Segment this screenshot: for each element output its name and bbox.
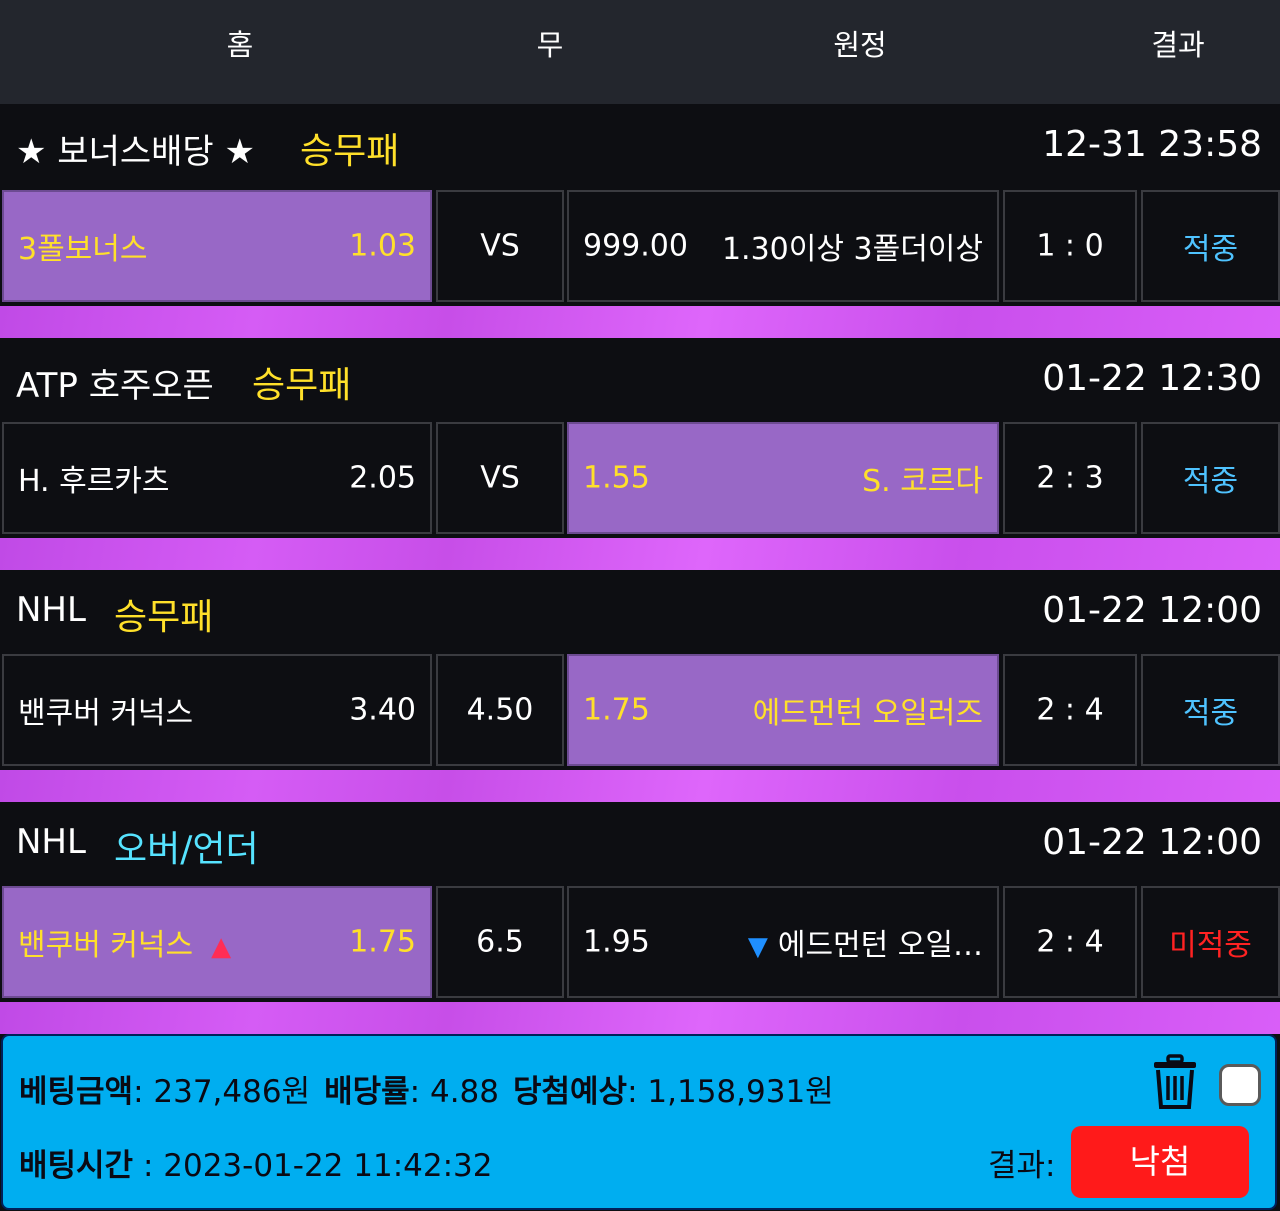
away-cell[interactable]: 1.55 S. 코르다 — [567, 422, 999, 534]
result-status: 적중 — [1182, 696, 1239, 731]
result-cell: 적중 — [1141, 654, 1280, 766]
home-cell[interactable]: 3폴보너스 1.03 — [2, 190, 432, 302]
draw-value: 4.50 — [466, 692, 534, 728]
league-name: NHL — [16, 822, 86, 862]
away-cell[interactable]: 1.95 ▼ 에드먼턴 오일… — [567, 886, 999, 998]
away-cell[interactable]: 999.00 1.30이상 3폴더이상 — [567, 190, 999, 302]
result-cell: 적중 — [1141, 422, 1280, 534]
trash-icon[interactable] — [1151, 1054, 1199, 1110]
separator — [0, 538, 1280, 570]
result-cell: 미적중 — [1141, 886, 1280, 998]
bet-summary-panel: 베팅금액: 237,486원 배당률: 4.88 당첨예상: 1,158,931원 … — [1, 1034, 1277, 1210]
home-cell[interactable]: H. 후르카츠 2.05 — [2, 422, 432, 534]
home-team: 밴쿠버 커넉스 — [18, 928, 194, 963]
separator — [0, 770, 1280, 802]
score: 2 : 3 — [1036, 460, 1104, 496]
separator — [0, 306, 1280, 338]
bet-type: 승무패 — [114, 597, 214, 638]
handicap-value: 6.5 — [476, 924, 524, 960]
result-status: 미적중 — [1169, 928, 1252, 963]
score: 2 : 4 — [1036, 692, 1104, 728]
league-name: NHL — [16, 590, 86, 630]
draw-cell[interactable]: 4.50 — [436, 654, 564, 766]
match-time: 01-22 12:00 — [1042, 590, 1262, 631]
score-cell: 1 : 0 — [1003, 190, 1137, 302]
away-team: 에드먼턴 오일… — [777, 928, 983, 963]
home-cell[interactable]: 밴쿠버 커넉스 3.40 — [2, 654, 432, 766]
odds-label: 배당률 — [324, 1074, 410, 1110]
bet-amount-label: 베팅금액 — [19, 1074, 134, 1110]
home-team: 밴쿠버 커넉스 — [18, 696, 194, 731]
bet-header: NHL 오버/언더 01-22 12:00 — [0, 802, 1280, 886]
away-team-wrap: ▼ 에드먼턴 오일… — [748, 920, 983, 964]
result-cell: 적중 — [1141, 190, 1280, 302]
bet-header: ★ 보너스배당 ★ 승무패 12-31 23:58 — [0, 104, 1280, 188]
summary-line: 베팅금액: 237,486원 배당률: 4.88 당첨예상: 1,158,931원 — [19, 1066, 834, 1111]
match-row: 밴쿠버 커넉스 ▲ 1.75 6.5 1.95 ▼ 에드먼턴 오일… 2 : 4 미… — [0, 884, 1280, 1002]
home-team: H. 후르카츠 — [18, 464, 170, 499]
bet-type: 승무패 — [252, 365, 352, 406]
score-cell: 2 : 4 — [1003, 886, 1137, 998]
draw-cell[interactable]: VS — [436, 190, 564, 302]
final-result-badge[interactable]: 낙첨 — [1071, 1126, 1249, 1198]
bet-type: 오버/언더 — [114, 829, 259, 870]
away-team: 1.30이상 3폴더이상 — [721, 232, 983, 267]
draw-value: VS — [480, 228, 520, 264]
home-odds: 1.03 — [349, 228, 416, 264]
away-odds: 999.00 — [583, 228, 688, 264]
away-odds: 1.55 — [583, 460, 650, 496]
result-status: 적중 — [1182, 232, 1239, 267]
total-odds: : 4.88 — [409, 1074, 499, 1110]
arrow-down-icon: ▼ — [747, 932, 768, 962]
column-away: 원정 — [833, 28, 887, 62]
arrow-up-icon: ▲ — [211, 932, 232, 962]
away-team: 에드먼턴 오일러즈 — [752, 696, 983, 731]
match-row: H. 후르카츠 2.05 VS 1.55 S. 코르다 2 : 3 적중 — [0, 420, 1280, 538]
expected-win: : 1,158,931원 — [627, 1074, 834, 1110]
draw-cell[interactable]: 6.5 — [436, 886, 564, 998]
home-cell[interactable]: 밴쿠버 커넉스 ▲ 1.75 — [2, 886, 432, 998]
bet-time-label: 배팅시간 — [19, 1148, 134, 1184]
away-odds: 1.75 — [583, 692, 650, 728]
score-cell: 2 : 3 — [1003, 422, 1137, 534]
score: 2 : 4 — [1036, 924, 1104, 960]
match-time: 01-22 12:00 — [1042, 822, 1262, 863]
home-odds: 1.75 — [349, 924, 416, 960]
bet-amount: : 237,486원 — [133, 1074, 311, 1110]
home-odds: 3.40 — [349, 692, 416, 728]
bet-time-line: 배팅시간 : 2023-01-22 11:42:32 — [19, 1140, 493, 1185]
away-odds: 1.95 — [583, 924, 650, 960]
away-team: S. 코르다 — [862, 464, 983, 499]
column-header: 홈 무 원정 결과 — [0, 0, 1280, 104]
home-team-wrap: 밴쿠버 커넉스 ▲ — [18, 920, 231, 964]
match-time: 12-31 23:58 — [1042, 124, 1262, 165]
draw-cell[interactable]: VS — [436, 422, 564, 534]
bet-type: 승무패 — [300, 131, 400, 172]
separator — [0, 1002, 1280, 1034]
select-checkbox[interactable] — [1219, 1064, 1261, 1106]
away-cell[interactable]: 1.75 에드먼턴 오일러즈 — [567, 654, 999, 766]
draw-value: VS — [480, 460, 520, 496]
score: 1 : 0 — [1036, 228, 1104, 264]
home-odds: 2.05 — [349, 460, 416, 496]
home-team: 3폴보너스 — [18, 232, 148, 267]
match-row: 밴쿠버 커넉스 3.40 4.50 1.75 에드먼턴 오일러즈 2 : 4 적… — [0, 652, 1280, 770]
league-name: ★ 보너스배당 ★ — [16, 132, 255, 172]
bet-time: : 2023-01-22 11:42:32 — [133, 1148, 493, 1184]
column-draw: 무 — [536, 28, 564, 62]
bet-header: ATP 호주오픈 승무패 01-22 12:30 — [0, 338, 1280, 422]
match-row: 3폴보너스 1.03 VS 999.00 1.30이상 3폴더이상 1 : 0 … — [0, 188, 1280, 306]
score-cell: 2 : 4 — [1003, 654, 1137, 766]
expected-win-label: 당첨예상 — [513, 1074, 628, 1110]
final-result-label: 결과: — [988, 1148, 1056, 1184]
result-status: 적중 — [1182, 464, 1239, 499]
match-time: 01-22 12:30 — [1042, 358, 1262, 399]
column-result: 결과 — [1151, 28, 1205, 62]
bet-header: NHL 승무패 01-22 12:00 — [0, 570, 1280, 654]
league-name: ATP 호주오픈 — [16, 366, 214, 406]
column-home: 홈 — [226, 28, 254, 62]
